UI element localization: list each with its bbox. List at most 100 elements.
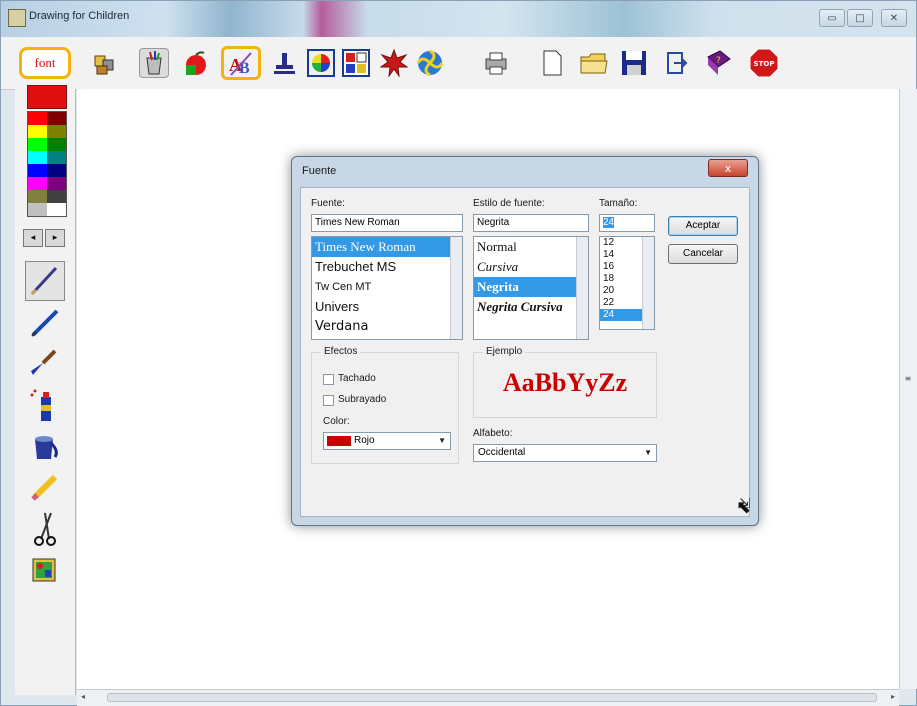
font-button[interactable]: font	[19, 47, 71, 79]
scroll-left-icon[interactable]: ◂	[23, 229, 43, 247]
font-list[interactable]: Times New Roman Trebuchet MS Tw Cen MT Univ…	[311, 236, 463, 340]
size-label: Tamaño:	[599, 198, 638, 209]
font-list-scrollbar[interactable]	[450, 237, 462, 339]
palette-color-1[interactable]	[47, 112, 66, 125]
new-page-icon[interactable]	[537, 48, 567, 78]
crayon-tool[interactable]	[27, 469, 63, 505]
style-list-scrollbar[interactable]	[576, 237, 588, 339]
palette-color-13[interactable]	[47, 190, 66, 203]
svg-text:?: ?	[716, 56, 721, 66]
style-list-item[interactable]: Negrita Cursiva	[474, 297, 588, 317]
palette-color-9[interactable]	[47, 164, 66, 177]
palette-color-5[interactable]	[47, 138, 66, 151]
current-color-swatch[interactable]	[27, 85, 67, 109]
palette-color-3[interactable]	[47, 125, 66, 138]
underline-label: Subrayado	[338, 394, 387, 405]
help-book-icon[interactable]: ?	[703, 48, 733, 78]
chevron-down-icon: ▼	[644, 448, 652, 457]
fill-tool[interactable]	[27, 429, 63, 465]
palette-color-0[interactable]	[28, 112, 47, 125]
paint-cup-icon[interactable]	[139, 48, 169, 78]
grid-icon[interactable]	[341, 48, 371, 78]
font-list-item[interactable]: Times New Roman	[312, 237, 462, 257]
color-select-swatch	[327, 436, 351, 446]
sample-text: AaBbYyZz	[502, 368, 628, 397]
stamp-icon[interactable]	[269, 48, 299, 78]
burst-icon[interactable]	[379, 48, 409, 78]
pen-icon	[31, 309, 59, 337]
maximize-button[interactable]: □	[847, 9, 873, 27]
text-ab-icon[interactable]: AB	[221, 46, 261, 80]
pen-tool[interactable]	[27, 305, 63, 341]
dialog-body: Fuente: Times New Roman Times New Roman T…	[300, 187, 751, 517]
palette-color-15[interactable]	[47, 203, 66, 216]
style-list-item[interactable]: Normal	[474, 237, 588, 257]
toolbar: font AB ? STOP	[1, 37, 916, 90]
style-list-item[interactable]: Cursiva	[474, 257, 588, 277]
script-select-value: Occidental	[478, 447, 526, 458]
spray-can-icon	[30, 389, 51, 421]
save-disk-icon[interactable]	[619, 48, 649, 78]
font-list-item[interactable]: Tw Cen MT	[312, 277, 462, 297]
horizontal-scrollbar[interactable]: ◂ ▸	[77, 689, 899, 706]
strikeout-checkbox[interactable]	[323, 374, 334, 385]
svg-text:B: B	[239, 60, 250, 77]
printer-icon[interactable]	[481, 48, 511, 78]
pencil-icon	[30, 266, 58, 296]
horizontal-scroll-thumb[interactable]	[107, 693, 877, 702]
close-button[interactable]: ✕	[881, 9, 907, 27]
size-list[interactable]: 12 14 16 18 20 22 24	[599, 236, 655, 330]
scroll-thumb-grip[interactable]: ≡	[902, 374, 914, 384]
palette-wheel-icon[interactable]	[306, 48, 336, 78]
color-select[interactable]: Rojo ▼	[323, 432, 451, 450]
app-window: Drawing for Children ▭ □ ✕ font AB ? STO…	[0, 0, 917, 706]
palette-color-10[interactable]	[28, 177, 47, 190]
pencil-tool[interactable]	[25, 261, 65, 301]
size-list-scrollbar[interactable]	[642, 237, 654, 329]
palette-color-11[interactable]	[47, 177, 66, 190]
font-list-item[interactable]: Verdana	[312, 317, 462, 337]
palette-color-14[interactable]	[28, 203, 47, 216]
palette-color-7[interactable]	[47, 151, 66, 164]
palette-color-12[interactable]	[28, 190, 47, 203]
underline-checkbox[interactable]	[323, 395, 334, 406]
font-list-item[interactable]: Trebuchet MS	[312, 257, 462, 277]
font-list-item[interactable]: Univers	[312, 297, 462, 317]
script-select[interactable]: Occidental ▼	[473, 444, 657, 462]
minimize-button[interactable]: ▭	[819, 9, 845, 27]
picture-tool[interactable]	[27, 553, 63, 589]
spray-tool[interactable]	[27, 385, 63, 425]
strikeout-label: Tachado	[338, 373, 376, 384]
stop-sign-icon[interactable]: STOP	[749, 48, 779, 78]
dialog-close-button[interactable]: x	[708, 159, 748, 177]
scissors-icon	[34, 512, 56, 546]
dialog-title: Fuente	[302, 165, 337, 177]
apple-icon[interactable]	[181, 48, 211, 78]
style-input[interactable]: Negrita	[473, 214, 589, 232]
puzzle-icon[interactable]	[89, 48, 119, 78]
palette-color-4[interactable]	[28, 138, 47, 151]
size-input[interactable]: 24	[599, 214, 655, 232]
scroll-left-arrow-icon[interactable]: ◂	[81, 692, 85, 701]
spiral-icon[interactable]	[415, 48, 445, 78]
style-list-item[interactable]: Negrita	[474, 277, 588, 297]
scroll-right-arrow-icon[interactable]: ▸	[891, 692, 895, 701]
palette-color-6[interactable]	[28, 151, 47, 164]
font-label: Fuente:	[311, 198, 345, 209]
stop-sign-label: STOP	[754, 60, 775, 68]
font-input[interactable]: Times New Roman	[311, 214, 463, 232]
style-list[interactable]: Normal Cursiva Negrita Negrita Cursiva	[473, 236, 589, 340]
scissors-tool[interactable]	[27, 509, 63, 549]
accept-button[interactable]: Aceptar	[668, 216, 738, 236]
font-dialog: Fuente x Fuente: Times New Roman Times N…	[291, 156, 759, 526]
open-folder-icon[interactable]	[579, 48, 609, 78]
script-label: Alfabeto:	[473, 428, 513, 439]
scroll-right-icon[interactable]: ▸	[45, 229, 65, 247]
exit-door-icon[interactable]	[661, 48, 691, 78]
brush-tool[interactable]	[27, 345, 63, 381]
cancel-button[interactable]: Cancelar	[668, 244, 738, 264]
title-bar[interactable]: Drawing for Children ▭ □ ✕	[1, 1, 916, 37]
palette-color-8[interactable]	[28, 164, 47, 177]
vertical-scrollbar[interactable]: ≡	[899, 89, 917, 689]
palette-color-2[interactable]	[28, 125, 47, 138]
